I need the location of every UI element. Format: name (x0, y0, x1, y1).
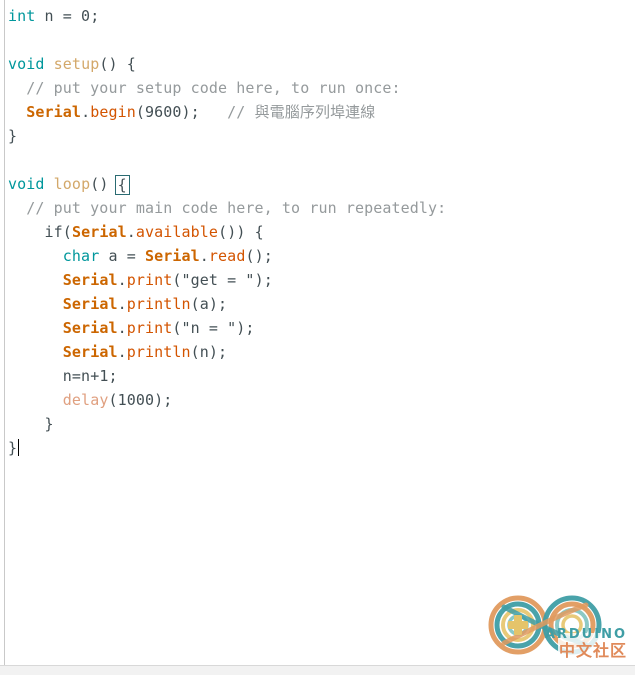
code-token-plain: ("n = "); (172, 319, 255, 337)
code-token-method: print (126, 271, 173, 289)
code-token-keyword: int (8, 7, 36, 25)
code-token-method: println (126, 295, 191, 313)
code-token-plain: } (44, 415, 54, 433)
status-bar (0, 665, 635, 675)
code-token-plain: (9600); (135, 103, 200, 121)
code-token-method: begin (90, 103, 136, 121)
code-token-plain: . (81, 103, 91, 121)
code-line[interactable]: int n = 0; (0, 4, 635, 28)
code-token-plain: . (199, 247, 209, 265)
code-token-plain: () { (99, 55, 136, 73)
code-token-funcname: loop (53, 175, 91, 193)
code-token-plain: } (8, 127, 18, 145)
code-line[interactable] (0, 28, 635, 52)
watermark-community: 中文社区 (558, 641, 627, 660)
code-line[interactable]: Serial.println(a); (0, 292, 635, 316)
code-token-comment: // put your setup code here, to run once… (26, 79, 401, 97)
code-token-method: read (208, 247, 246, 265)
code-token-plain: ()) { (218, 223, 264, 241)
code-token-plain: () (90, 175, 118, 193)
code-token-method: print (126, 319, 173, 337)
code-token-plain: ("get = "); (172, 271, 273, 289)
code-token-object: Serial (144, 247, 200, 265)
code-line[interactable] (0, 148, 635, 172)
code-token-object: Serial (26, 103, 82, 121)
code-token-keyword: void (8, 55, 45, 73)
code-token-keyword: void (8, 175, 45, 193)
code-token-plain: . (117, 343, 127, 361)
code-token-plain: (a); (190, 295, 228, 313)
code-token-object: Serial (62, 271, 118, 289)
code-token-method: println (126, 343, 191, 361)
code-line[interactable]: if(Serial.available()) { (0, 220, 635, 244)
code-line[interactable]: delay(1000); (0, 388, 635, 412)
code-token-plain: } (8, 439, 18, 457)
code-token-builtin: delay (62, 391, 109, 409)
code-token-object: Serial (62, 319, 118, 337)
code-token-plain: . (117, 295, 127, 313)
code-token-object: Serial (62, 343, 118, 361)
code-text-area[interactable]: int n = 0; void setup() { // put your se… (0, 0, 635, 460)
code-token-plain: . (117, 319, 127, 337)
code-line[interactable]: // put your main code here, to run repea… (0, 196, 635, 220)
watermark-brand: ARDUINO (544, 627, 627, 642)
code-line[interactable]: void setup() { (0, 52, 635, 76)
code-token-plain: (1000); (108, 391, 173, 409)
code-line[interactable]: void loop() { (0, 172, 635, 196)
code-line[interactable]: } (0, 124, 635, 148)
code-token-plain: n=n+1; (62, 367, 118, 385)
code-token-plain: (); (245, 247, 273, 265)
code-token-plain: if( (44, 223, 72, 241)
text-caret (18, 439, 20, 456)
code-editor[interactable]: int n = 0; void setup() { // put your se… (0, 0, 635, 675)
code-token-plain: . (126, 223, 136, 241)
code-token-plain: a = (99, 247, 145, 265)
code-line[interactable]: // put your setup code here, to run once… (0, 76, 635, 100)
code-line[interactable]: Serial.print("get = "); (0, 268, 635, 292)
code-line[interactable]: Serial.begin(9600); // 與電腦序列埠連線 (0, 100, 635, 124)
code-token-plain: . (117, 271, 127, 289)
code-token-keyword: char (62, 247, 100, 265)
code-line[interactable]: } (0, 436, 635, 460)
code-token-plain: n = 0; (35, 7, 100, 25)
code-line[interactable]: char a = Serial.read(); (0, 244, 635, 268)
matching-brace-highlight: { (114, 175, 130, 195)
code-token-plain: (n); (190, 343, 228, 361)
code-line[interactable]: Serial.println(n); (0, 340, 635, 364)
code-token-object: Serial (62, 295, 118, 313)
code-line[interactable]: Serial.print("n = "); (0, 316, 635, 340)
arduino-community-watermark: ARDUINO 中文社区 (474, 595, 629, 663)
code-line[interactable]: } (0, 412, 635, 436)
code-token-object: Serial (71, 223, 127, 241)
code-token-funcname: setup (53, 55, 100, 73)
code-token-method: available (135, 223, 219, 241)
code-token-comment: // put your main code here, to run repea… (26, 199, 447, 217)
code-token-comment: // 與電腦序列埠連線 (199, 103, 376, 121)
code-line[interactable]: n=n+1; (0, 364, 635, 388)
